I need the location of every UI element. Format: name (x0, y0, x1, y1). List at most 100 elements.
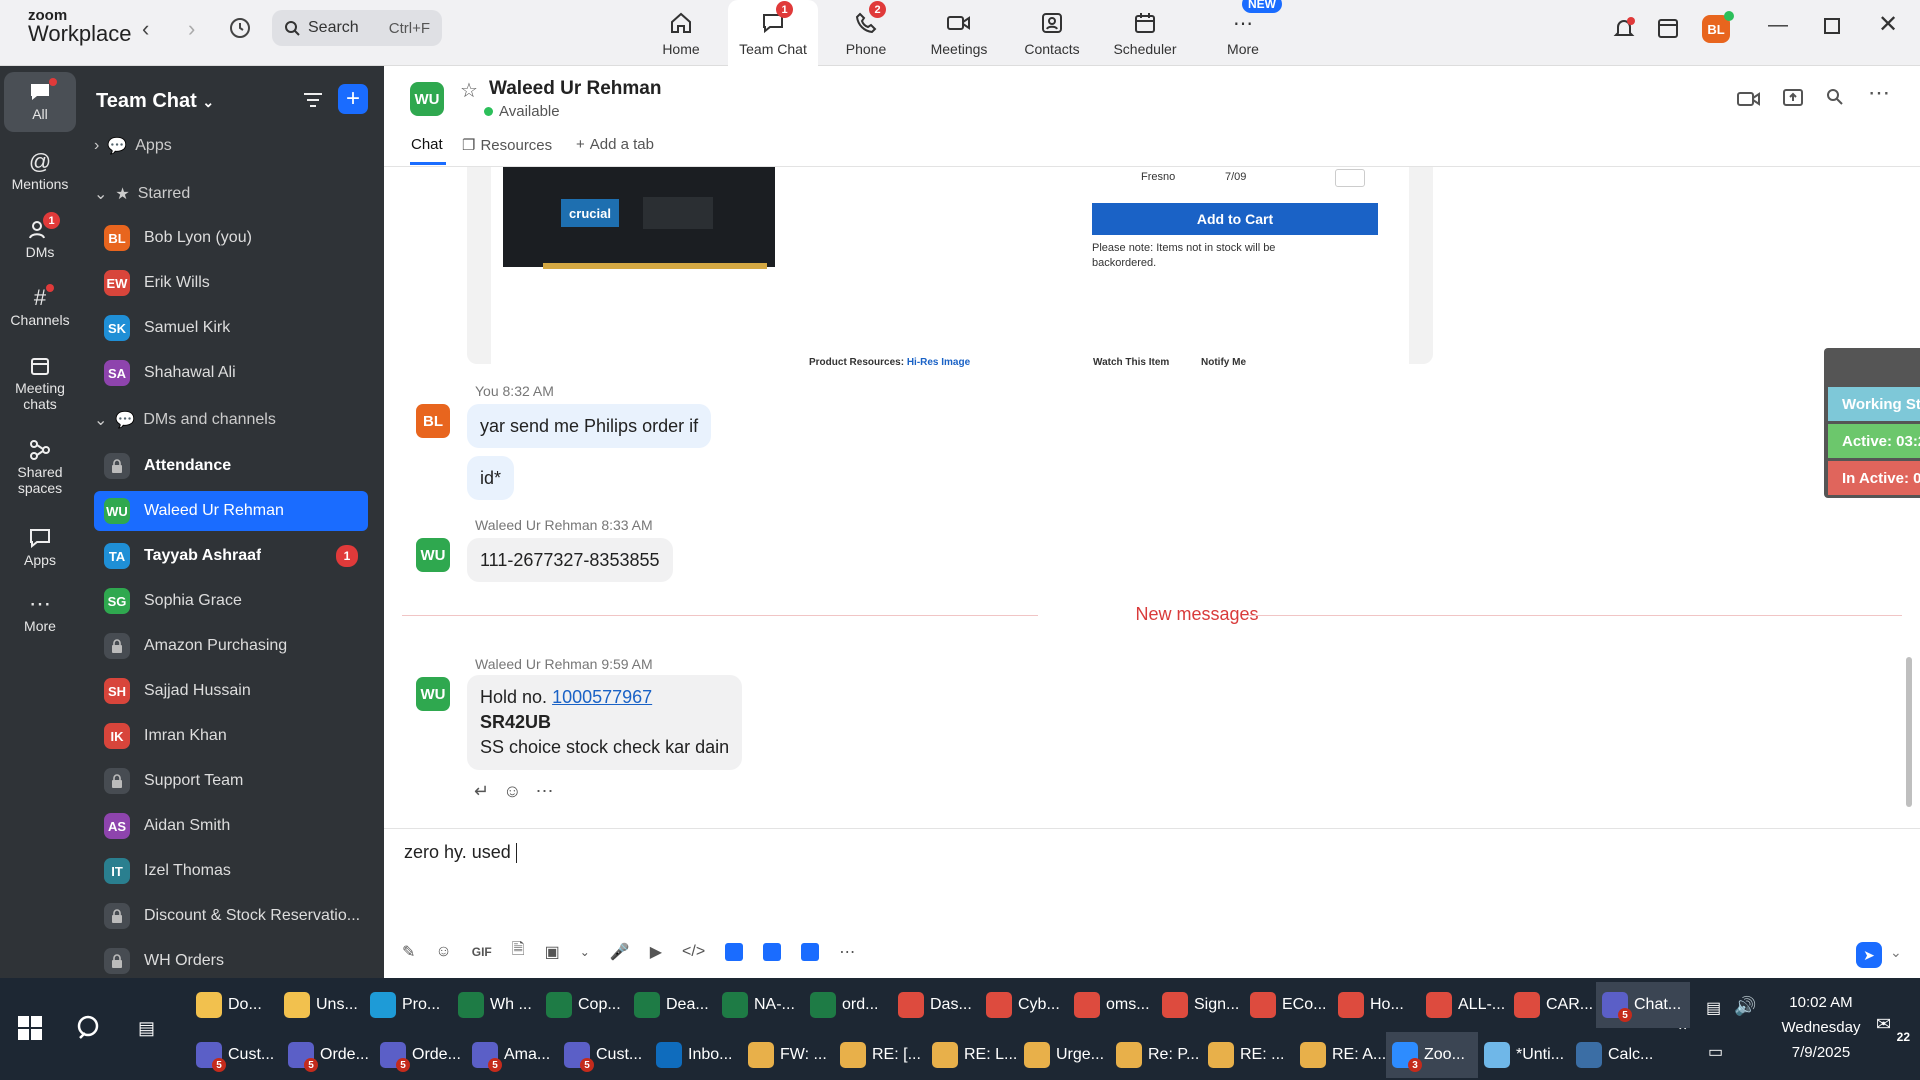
avatar[interactable]: BL (416, 404, 450, 438)
app-icon[interactable] (801, 942, 820, 961)
app-icon[interactable] (763, 942, 782, 961)
sidebar-apps-section[interactable]: › 💬 Apps (94, 128, 368, 164)
windows-start-icon[interactable] (18, 1016, 42, 1045)
format-icon[interactable]: ✎ (402, 942, 415, 962)
taskbar-button[interactable]: FW: ... (742, 1032, 834, 1078)
sidebar-item[interactable]: Attendance (94, 446, 368, 486)
taskbar-button[interactable]: RE: L... (926, 1032, 1018, 1078)
taskbar-button[interactable]: RE: A... (1294, 1032, 1386, 1078)
calendar-app-icon[interactable] (1656, 16, 1680, 45)
taskbar-button[interactable]: Sign... (1156, 982, 1244, 1028)
more-options-icon[interactable]: ⋯ (1868, 80, 1890, 106)
rail-apps[interactable]: Apps (4, 524, 76, 568)
sidebar-title[interactable]: Team Chat ⌄ (96, 90, 214, 113)
taskbar-button[interactable]: 5 Cust... (558, 1032, 650, 1078)
taskbar-button[interactable]: Cop... (540, 982, 628, 1028)
message-bubble[interactable]: yar send me Philips order if (467, 404, 712, 448)
sidebar-item[interactable]: BL Bob Lyon (you) (94, 218, 368, 258)
search-box[interactable]: Search Ctrl+F (272, 10, 442, 46)
sidebar-item[interactable]: SH Sajjad Hussain (94, 671, 368, 711)
search-icon[interactable] (1826, 88, 1844, 111)
code-icon[interactable]: </> (682, 943, 705, 961)
taskbar-button[interactable]: 3 Zoo... (1386, 1032, 1478, 1078)
taskbar-button[interactable]: 5 Ama... (466, 1032, 558, 1078)
taskbar-button[interactable]: Urge... (1018, 1032, 1110, 1078)
tab-scheduler[interactable]: Scheduler (1100, 0, 1190, 66)
tab-phone[interactable]: 2 Phone (821, 0, 911, 66)
taskbar-button[interactable]: ECo... (1244, 982, 1332, 1028)
avatar[interactable]: WU (416, 538, 450, 572)
microphone-icon[interactable]: 🎤 (610, 942, 630, 962)
taskbar-button[interactable]: RE: [... (834, 1032, 926, 1078)
filter-icon[interactable] (302, 90, 324, 115)
message-bubble[interactable]: id* (467, 456, 515, 500)
chevron-down-icon[interactable]: ⌄ (580, 945, 590, 959)
taskbar-button[interactable]: Re: P... (1110, 1032, 1202, 1078)
share-screen-icon[interactable] (1782, 88, 1804, 113)
conversation-avatar[interactable]: WU (410, 82, 444, 116)
taskbar-button[interactable]: Uns... (278, 982, 364, 1028)
task-view-icon[interactable]: ▤ (138, 1018, 155, 1039)
maximize-icon[interactable] (1824, 18, 1840, 34)
tab-meetings[interactable]: Meetings (914, 0, 1004, 66)
rail-more[interactable]: ⋯ More (4, 590, 76, 634)
emoji-icon[interactable]: ☺ (435, 943, 451, 961)
history-icon[interactable] (228, 16, 252, 45)
scrollbar-thumb[interactable] (1906, 657, 1912, 807)
sidebar-item[interactable]: IT Izel Thomas (94, 851, 368, 891)
reply-icon[interactable]: ↵ (474, 781, 489, 802)
minimize-icon[interactable]: — (1768, 14, 1788, 37)
video-message-icon[interactable]: ▶ (650, 942, 662, 962)
taskbar-button[interactable]: *Unti... (1478, 1032, 1570, 1078)
sidebar-item[interactable]: SG Sophia Grace (94, 581, 368, 621)
taskbar-button[interactable]: Pro... (364, 982, 452, 1028)
conversation-name[interactable]: Waleed Ur Rehman (489, 78, 661, 100)
sidebar-item[interactable]: TA Tayyab Ashraaf 1 (94, 536, 368, 576)
more-actions-icon[interactable]: ⋯ (535, 781, 553, 802)
taskbar-button[interactable]: RE: ... (1202, 1032, 1294, 1078)
rail-meeting-chats[interactable]: Meeting chats (4, 352, 76, 412)
star-icon[interactable]: ☆ (460, 78, 478, 103)
network-icon[interactable]: ▤ (1706, 998, 1721, 1018)
taskbar-button[interactable]: NA-... (716, 982, 804, 1028)
image-attachment[interactable]: crucial Fresno 7/09 Add to Cart Please n… (467, 167, 1433, 368)
taskbar-button[interactable]: oms... (1068, 982, 1156, 1028)
sidebar-item[interactable]: EW Erik Wills (94, 263, 368, 303)
bell-icon[interactable] (1612, 16, 1636, 45)
gif-icon[interactable]: GIF (472, 945, 492, 959)
forward-arrow-icon[interactable]: › (188, 16, 195, 42)
screenshot-icon[interactable]: ▣ (545, 942, 560, 962)
message-input[interactable]: zero hy. used (404, 842, 517, 864)
hold-number-link[interactable]: 1000577967 (552, 687, 652, 707)
user-avatar[interactable]: BL (1702, 11, 1734, 43)
sidebar-item[interactable]: Amazon Purchasing (94, 626, 368, 666)
sidebar-item[interactable]: AS Aidan Smith (94, 806, 368, 846)
display-icon[interactable]: ▭ (1708, 1042, 1723, 1062)
rail-mentions[interactable]: @ Mentions (4, 148, 76, 192)
taskbar-button[interactable]: Cyb... (980, 982, 1068, 1028)
message-bubble[interactable]: Hold no. 1000577967 SR42UB SS choice sto… (467, 675, 743, 770)
tab-resources[interactable]: ❐ Resources (462, 136, 552, 155)
more-tools-icon[interactable]: ⋯ (839, 942, 855, 962)
tab-chat[interactable]: Chat (411, 136, 443, 153)
chevron-down-icon[interactable]: ⌄ (1890, 944, 1902, 961)
send-button[interactable]: ➤ (1856, 942, 1882, 968)
taskbar-button[interactable]: ALL-... (1420, 982, 1508, 1028)
close-icon[interactable]: ✕ (1878, 10, 1898, 39)
search-icon[interactable] (76, 1014, 104, 1047)
tab-add[interactable]: + Add a tab (576, 136, 654, 153)
clock[interactable]: 10:02 AM Wednesday 7/9/2025 (1776, 990, 1866, 1065)
tab-more[interactable]: ⋯ NEW More (1198, 0, 1288, 66)
rail-shared-spaces[interactable]: Shared spaces (4, 436, 76, 496)
rail-all[interactable]: All (4, 72, 76, 132)
sidebar-item[interactable]: Discount & Stock Reservatio... (94, 896, 368, 936)
taskbar-button[interactable]: Ho... (1332, 982, 1420, 1028)
taskbar-button[interactable]: Inbo... (650, 1032, 742, 1078)
taskbar-button[interactable]: 5 Orde... (374, 1032, 466, 1078)
rail-channels[interactable]: # Channels (4, 284, 76, 328)
taskbar-button[interactable]: Wh ... (452, 982, 540, 1028)
new-chat-button[interactable]: + (338, 84, 368, 114)
avatar[interactable]: WU (416, 677, 450, 711)
video-call-icon[interactable] (1736, 90, 1762, 113)
app-icon[interactable] (725, 942, 744, 961)
